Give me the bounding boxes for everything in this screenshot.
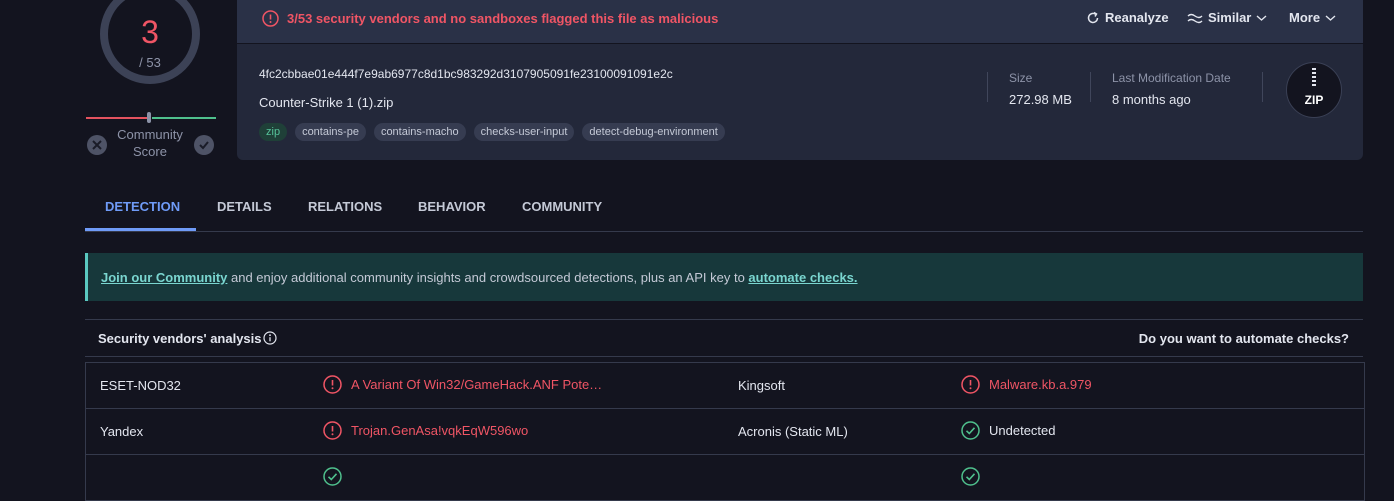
detection-label: Malware.kb.a.979 bbox=[989, 377, 1092, 392]
file-tags: zip contains-pe contains-macho checks-us… bbox=[259, 123, 725, 141]
alert-circle-icon bbox=[961, 375, 980, 394]
tag-detect-debug-environment[interactable]: detect-debug-environment bbox=[582, 123, 725, 141]
refresh-icon bbox=[1087, 11, 1099, 23]
reanalyze-label: Reanalyze bbox=[1105, 10, 1169, 25]
vendor-name: Kingsoft bbox=[738, 378, 785, 393]
reanalyze-button[interactable]: Reanalyze bbox=[1086, 10, 1169, 25]
check-circle-icon bbox=[961, 421, 980, 440]
zip-file-icon: ZIP bbox=[1286, 62, 1342, 118]
vote-harmless-button[interactable] bbox=[194, 135, 214, 155]
tab-bar: DETECTION DETAILS RELATIONS BEHAVIOR COM… bbox=[85, 190, 1363, 232]
section-title: Security vendors' analysis bbox=[98, 331, 262, 346]
vendor-analysis-section: Security vendors' analysis Do you want t… bbox=[85, 319, 1365, 501]
vendor-result: Undetected bbox=[961, 421, 1056, 440]
modified-value: 8 months ago bbox=[1112, 92, 1191, 107]
table-row bbox=[86, 455, 1364, 501]
vendor-name: Yandex bbox=[100, 424, 144, 439]
vendor-result: Trojan.GenAsa!vqkEqW596wo bbox=[323, 421, 528, 440]
tab-behavior[interactable]: BEHAVIOR bbox=[418, 199, 486, 214]
similar-icon bbox=[1187, 13, 1203, 23]
chevron-down-icon bbox=[1256, 14, 1267, 21]
info-icon[interactable] bbox=[263, 331, 277, 345]
similar-label: Similar bbox=[1208, 10, 1252, 25]
divider bbox=[987, 72, 988, 102]
vote-malicious-button[interactable] bbox=[87, 135, 107, 155]
similar-dropdown[interactable]: Similar bbox=[1187, 10, 1267, 25]
banner-message: and enjoy additional community insights … bbox=[227, 270, 749, 285]
modified-label: Last Modification Date bbox=[1112, 71, 1231, 85]
vendor-name: ESET-NOD32 bbox=[100, 378, 181, 393]
tag-contains-pe[interactable]: contains-pe bbox=[295, 123, 366, 141]
table-row: ESET-NOD32 A Variant Of Win32/GameHack.A… bbox=[86, 363, 1364, 409]
vendor-result bbox=[961, 467, 980, 486]
detection-count: 3 bbox=[141, 14, 159, 50]
community-score-bar bbox=[86, 112, 216, 123]
automate-checks-prompt[interactable]: Do you want to automate checks? bbox=[1139, 331, 1349, 346]
file-hash[interactable]: 4fc2cbbae01e444f7e9ab6977c8d1bc983292d31… bbox=[259, 67, 673, 81]
detection-label: A Variant Of Win32/GameHack.ANF Pote… bbox=[351, 377, 603, 392]
check-icon bbox=[199, 141, 209, 150]
chevron-down-icon bbox=[1325, 14, 1336, 21]
size-label: Size bbox=[1009, 71, 1033, 85]
more-label: More bbox=[1289, 10, 1321, 25]
divider bbox=[1262, 72, 1263, 102]
check-circle-icon bbox=[323, 467, 342, 486]
alert-circle-icon bbox=[323, 421, 342, 440]
tab-detection[interactable]: DETECTION bbox=[105, 199, 180, 214]
detection-label: Undetected bbox=[989, 423, 1056, 438]
tab-relations[interactable]: RELATIONS bbox=[308, 199, 382, 214]
vendor-result bbox=[323, 467, 342, 486]
check-circle-icon bbox=[961, 467, 980, 486]
more-dropdown[interactable]: More bbox=[1289, 10, 1336, 25]
detection-label: Trojan.GenAsa!vqkEqW596wo bbox=[351, 423, 529, 438]
close-icon bbox=[92, 140, 102, 150]
vendor-results-table: ESET-NOD32 A Variant Of Win32/GameHack.A… bbox=[85, 362, 1365, 501]
vendor-analysis-header: Security vendors' analysis Do you want t… bbox=[85, 320, 1363, 357]
automate-checks-link[interactable]: automate checks. bbox=[748, 270, 857, 285]
alert-circle-icon bbox=[262, 10, 279, 27]
alert-message: 3/53 security vendors and no sandboxes f… bbox=[287, 11, 719, 26]
community-score-label: Community Score bbox=[117, 127, 183, 159]
vendor-total: / 53 bbox=[139, 55, 161, 70]
active-tab-indicator bbox=[85, 228, 196, 231]
table-row: Yandex Trojan.GenAsa!vqkEqW596wo Acronis… bbox=[86, 409, 1364, 455]
file-summary-panel bbox=[237, 44, 1363, 160]
alert-circle-icon bbox=[323, 375, 342, 394]
vendor-result: A Variant Of Win32/GameHack.ANF Pote… bbox=[323, 375, 602, 394]
file-name: Counter-Strike 1 (1).zip bbox=[259, 95, 394, 110]
banner-text: Join our Community and enjoy additional … bbox=[101, 270, 858, 285]
tag-contains-macho[interactable]: contains-macho bbox=[373, 123, 466, 141]
size-value: 272.98 MB bbox=[1009, 92, 1072, 107]
tab-details[interactable]: DETAILS bbox=[217, 199, 272, 214]
vendor-name: Acronis (Static ML) bbox=[738, 424, 848, 439]
tag-zip[interactable]: zip bbox=[259, 123, 288, 141]
vendor-result: Malware.kb.a.979 bbox=[961, 375, 1092, 394]
file-type-label: ZIP bbox=[1304, 93, 1324, 107]
tab-community[interactable]: COMMUNITY bbox=[522, 199, 602, 214]
tag-checks-user-input[interactable]: checks-user-input bbox=[473, 123, 575, 141]
divider bbox=[1090, 72, 1091, 102]
join-community-link[interactable]: Join our Community bbox=[101, 270, 227, 285]
